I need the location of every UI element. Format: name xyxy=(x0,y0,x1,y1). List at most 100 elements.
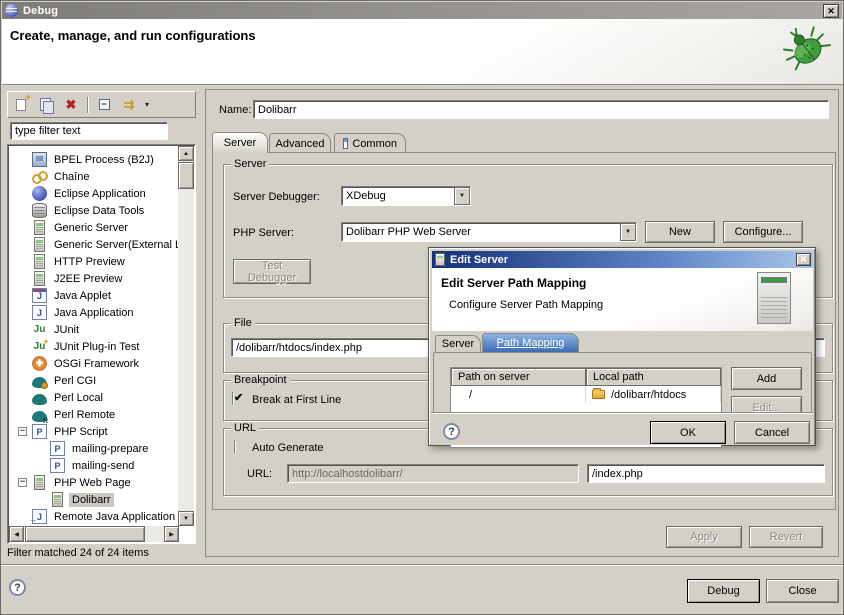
table-row[interactable]: / /dolibarr/htdocs xyxy=(451,386,721,403)
php-server-label: PHP Server: xyxy=(233,227,294,239)
tree-item[interactable]: − Chaîne xyxy=(9,168,177,185)
new-configuration-button[interactable]: + xyxy=(12,96,30,113)
tree-item[interactable]: − Generic Server(External La xyxy=(9,236,177,253)
tree-item[interactable]: − Eclipse Data Tools xyxy=(9,202,177,219)
name-input[interactable] xyxy=(253,100,829,119)
file-group-title: File xyxy=(231,317,255,329)
tree-item[interactable]: − PHP Web Page xyxy=(9,474,177,491)
close-icon: ✕ xyxy=(827,6,835,16)
name-label: Name: xyxy=(219,104,251,116)
dialog-tab-path-mapping[interactable]: Path Mapping xyxy=(482,333,579,352)
tree-item[interactable]: − ✚ OSGi Framework xyxy=(9,355,177,372)
server-icon xyxy=(435,253,445,266)
help-icon[interactable]: ? xyxy=(9,579,26,596)
filter-button[interactable]: ⇉ xyxy=(120,96,138,113)
help-icon[interactable]: ? xyxy=(443,423,460,440)
url-path-input[interactable] xyxy=(587,464,825,483)
filter-icon: ⇉ xyxy=(124,97,135,113)
close-button[interactable]: Close xyxy=(766,579,839,603)
tree-item[interactable]: − J Java Applet xyxy=(9,287,177,304)
tree-toolbar: + ✖ − ⇉ ▾ xyxy=(7,91,196,118)
type-filter-input[interactable] xyxy=(10,122,168,140)
toolbar-separator xyxy=(87,97,88,113)
tree-item[interactable]: − HTTP Preview xyxy=(9,253,177,270)
tree-item-icon xyxy=(34,237,45,252)
dialog-tab-server[interactable]: Server xyxy=(435,335,481,352)
tree-item-icon: P xyxy=(32,424,47,439)
dialog-close-button[interactable]: ✕ xyxy=(796,253,811,266)
tree-horizontal-scrollbar[interactable]: ◀ ▶ xyxy=(9,526,179,542)
edit-server-titlebar[interactable]: Edit Server ✕ xyxy=(432,251,813,268)
auto-generate-checkbox[interactable]: ✔ xyxy=(234,440,236,454)
tree-item-label: Remote Java Application xyxy=(51,510,178,524)
window-title: Debug xyxy=(23,5,58,17)
window-titlebar[interactable]: Debug ✕ xyxy=(2,2,842,19)
debug-window: Debug ✕ Create, manage, and run configur… xyxy=(0,0,844,615)
tab-common[interactable]: Common xyxy=(334,133,406,153)
add-mapping-button[interactable]: Add xyxy=(731,367,802,390)
tree-item-label: BPEL Process (B2J) xyxy=(51,153,157,167)
tab-advanced[interactable]: Advanced xyxy=(269,133,331,153)
folder-icon xyxy=(592,390,605,399)
php-server-select[interactable]: Dolibarr PHP Web Server ▼ xyxy=(341,222,637,242)
filter-menu-caret-icon[interactable]: ▾ xyxy=(145,100,149,109)
tree-item[interactable]: − Perl Remote xyxy=(9,406,177,423)
test-debugger-button[interactable]: Test Debugger xyxy=(233,259,311,284)
footer-separator xyxy=(1,564,844,565)
apply-button[interactable]: Apply xyxy=(666,526,742,548)
scroll-right-icon[interactable]: ▶ xyxy=(164,526,179,542)
tree-item[interactable]: − Generic Server xyxy=(9,219,177,236)
tree-item[interactable]: − Perl CGI xyxy=(9,372,177,389)
chevron-down-icon[interactable]: ▼ xyxy=(620,223,636,241)
tree-item[interactable]: − Ju JUnit xyxy=(9,321,177,338)
tree-item[interactable]: − P mailing-prepare xyxy=(9,440,177,457)
tree-item[interactable]: − Dolibarr xyxy=(9,491,177,508)
tree-item-icon xyxy=(32,152,47,167)
tree-item-label: Generic Server(External La xyxy=(51,238,190,252)
tree-item[interactable]: − BPEL Process (B2J) xyxy=(9,151,177,168)
column-path-on-server[interactable]: Path on server xyxy=(451,368,586,386)
cancel-button[interactable]: Cancel xyxy=(734,421,810,444)
tree-item[interactable]: − Ju JUnit Plug-in Test xyxy=(9,338,177,355)
ok-button[interactable]: OK xyxy=(650,421,726,444)
vertical-scroll-thumb[interactable] xyxy=(178,162,194,189)
eclipse-logo-icon xyxy=(5,4,18,17)
tree-expander-icon[interactable]: − xyxy=(18,427,27,436)
scroll-down-icon[interactable]: ▼ xyxy=(178,511,194,526)
tree-item-label: mailing-prepare xyxy=(69,442,151,456)
configuration-tree[interactable]: − BPEL Process (B2J) − Chaîne − Eclipse … xyxy=(7,144,196,544)
tree-item[interactable]: − Perl Local xyxy=(9,389,177,406)
window-close-button[interactable]: ✕ xyxy=(823,4,839,18)
column-local-path[interactable]: Local path xyxy=(586,368,721,386)
tree-item[interactable]: − J Remote Java Application xyxy=(9,508,177,525)
break-first-line-checkbox[interactable]: ✔ xyxy=(232,392,234,406)
auto-generate-label: Auto Generate xyxy=(252,442,324,454)
new-server-button[interactable]: New xyxy=(645,221,715,243)
dialog-button-bar: ? OK Cancel xyxy=(431,412,814,445)
tree-expander-icon[interactable]: − xyxy=(18,478,27,487)
tree-item-label: Perl CGI xyxy=(51,374,99,388)
revert-button[interactable]: Revert xyxy=(749,526,823,548)
debug-button[interactable]: Debug xyxy=(687,579,760,603)
tree-item[interactable]: − P PHP Script xyxy=(9,423,177,440)
tree-item-icon xyxy=(34,220,45,235)
tree-item[interactable]: − P mailing-send xyxy=(9,457,177,474)
tree-item[interactable]: − Eclipse Application xyxy=(9,185,177,202)
configure-button[interactable]: Configure... xyxy=(723,221,803,243)
scroll-left-icon[interactable]: ◀ xyxy=(9,526,24,542)
tree-item[interactable]: − J2EE Preview xyxy=(9,270,177,287)
server-debugger-select[interactable]: XDebug ▼ xyxy=(341,186,471,206)
tab-server[interactable]: Server xyxy=(212,132,268,153)
chevron-down-icon[interactable]: ▼ xyxy=(454,187,470,205)
url-group-title: URL xyxy=(231,422,259,434)
tree-vertical-scrollbar[interactable]: ▲ ▼ xyxy=(178,146,194,526)
collapse-all-button[interactable]: − xyxy=(95,96,113,113)
horizontal-scroll-thumb[interactable] xyxy=(25,526,145,542)
tree-item-label: Chaîne xyxy=(51,170,92,184)
delete-button[interactable]: ✖ xyxy=(62,96,80,113)
duplicate-button[interactable] xyxy=(37,96,55,113)
tree-item[interactable]: − J Java Application xyxy=(9,304,177,321)
tree-item-icon: J xyxy=(32,288,47,303)
scroll-up-icon[interactable]: ▲ xyxy=(178,146,194,161)
table-header: Path on server Local path xyxy=(451,368,721,386)
